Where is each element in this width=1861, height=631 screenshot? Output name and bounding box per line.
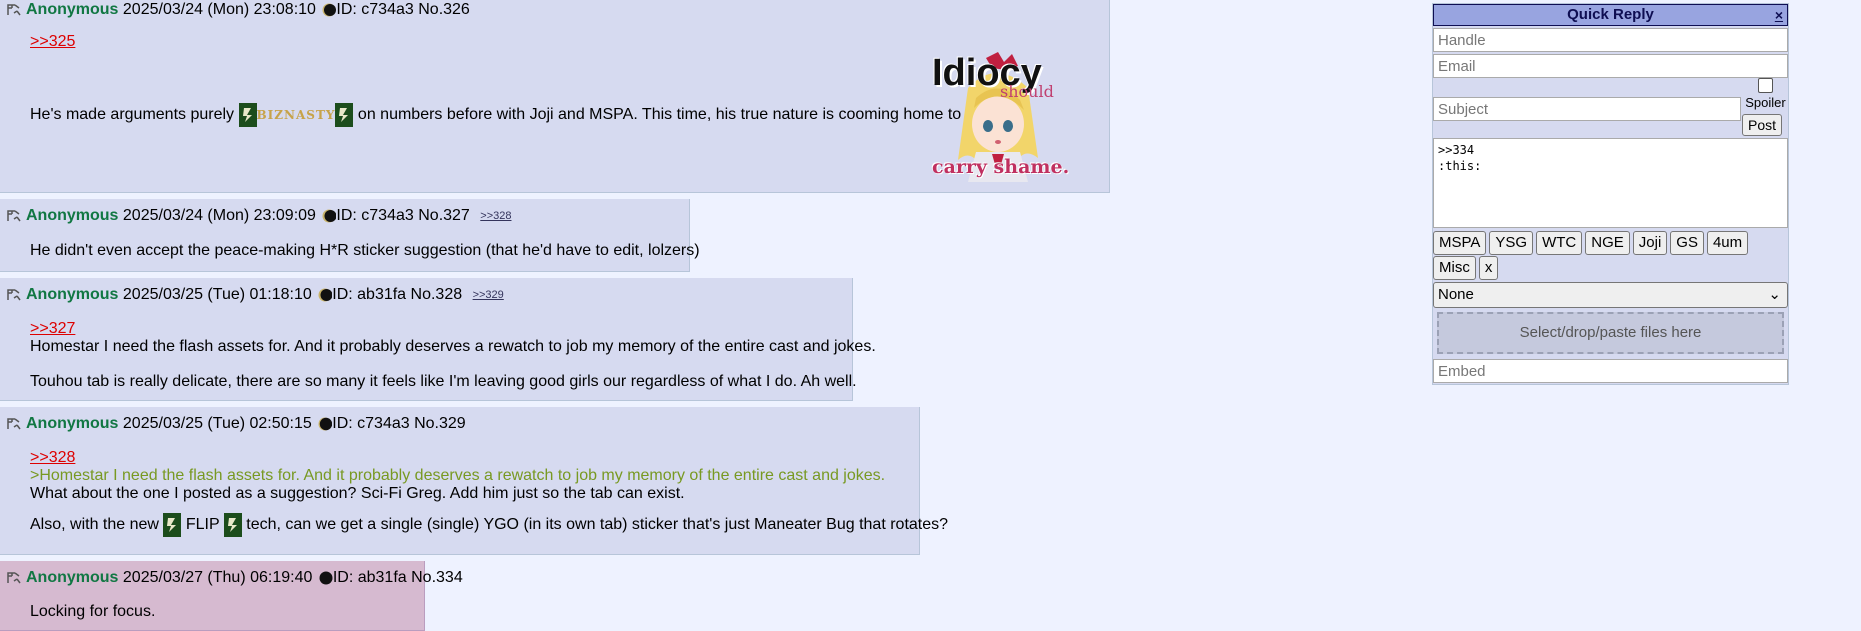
poster-name: Anonymous (26, 286, 119, 303)
post-header: Anonymous 2025/03/25 (Tue) 01:18:10 ID: … (6, 287, 504, 303)
post-body: >>325 (30, 33, 75, 51)
post-text: He didn't even accept the peace-making H… (30, 242, 700, 259)
sticker-tab-gs[interactable]: GS (1670, 231, 1704, 255)
email-input[interactable] (1433, 54, 1788, 78)
sticker-tab-joji[interactable]: Joji (1632, 231, 1668, 255)
quotelink[interactable]: >>325 (30, 33, 75, 50)
post-328: Anonymous 2025/03/25 (Tue) 01:18:10 ID: … (0, 278, 876, 401)
post-menu-icon[interactable] (6, 288, 22, 302)
chevron-down-icon: ⌄ (1768, 286, 1781, 303)
backlink[interactable]: >>329 (473, 289, 504, 301)
sticker-tab-misc[interactable]: Misc (1433, 256, 1476, 280)
money-flag-icon (238, 103, 257, 127)
sticker-tab-nge[interactable]: NGE (1585, 231, 1630, 255)
sticker-tab-ysg[interactable]: YSG (1489, 231, 1534, 255)
post-text: Locking for focus. (30, 603, 156, 620)
biznasty-text: BIZNASTY (256, 108, 336, 122)
post-327: Anonymous 2025/03/24 (Mon) 23:09:09 ID: … (0, 199, 700, 272)
post-button[interactable]: Post (1742, 114, 1783, 136)
backlink[interactable]: >>328 (480, 210, 511, 222)
post-number[interactable]: No.329 (414, 415, 466, 432)
poster-id[interactable]: ID: c734a3 (336, 207, 413, 224)
sticker-select[interactable]: None ⌄ (1433, 282, 1788, 308)
post-header: Anonymous 2025/03/27 (Thu) 06:19:40 ID: … (6, 570, 463, 586)
post-text: Homestar I need the flash assets for. An… (30, 338, 876, 355)
quick-reply-panel: Quick Reply × Spoiler Post MSPAYSGWTCNGE… (1432, 3, 1789, 385)
post-date: 2025/03/24 (Mon) 23:08:10 (122, 1, 316, 18)
post-date: 2025/03/27 (Thu) 06:19:40 (122, 569, 313, 586)
post-menu-icon[interactable] (6, 571, 22, 585)
select-value: None (1438, 286, 1474, 303)
quick-reply-title: Quick Reply (1567, 6, 1654, 23)
file-dropzone[interactable]: Select/drop/paste files here (1437, 312, 1784, 354)
post-text-line: Also, with the new FLIP tech, can we get… (30, 513, 948, 537)
spoiler-label: Spoiler (1745, 95, 1786, 110)
post-menu-icon[interactable] (6, 209, 22, 223)
post-date: 2025/03/25 (Tue) 02:50:15 (122, 415, 312, 432)
subject-input[interactable] (1433, 97, 1741, 121)
post-text: tech, can we get a single (single) YGO (… (246, 516, 949, 534)
moon-phase-icon (322, 3, 337, 17)
embed-input[interactable] (1433, 359, 1788, 383)
post-334: Anonymous 2025/03/27 (Thu) 06:19:40 ID: … (0, 561, 463, 631)
post-header: Anonymous 2025/03/25 (Tue) 02:50:15 ID: … (6, 416, 466, 432)
thumb-caption-3: carry shame. (932, 156, 1070, 178)
post-text: What about the one I posted as a suggest… (30, 485, 685, 502)
poster-name: Anonymous (26, 207, 119, 224)
post-text: Touhou tab is really delicate, there are… (30, 373, 857, 390)
poster-id[interactable]: ID: c734a3 (336, 1, 413, 18)
moon-phase-icon (318, 417, 333, 431)
poster-name: Anonymous (26, 1, 119, 18)
greentext: >Homestar I need the flash assets for. A… (30, 467, 886, 484)
spoiler-checkbox[interactable] (1758, 78, 1773, 93)
post-menu-icon[interactable] (6, 3, 22, 17)
poster-name: Anonymous (26, 415, 119, 432)
sticker-tab-wtc[interactable]: WTC (1536, 231, 1583, 255)
sticker-tabs-row: Misc x (1433, 256, 1788, 280)
thumb-caption-2: should (1000, 82, 1054, 101)
quick-reply-titlebar[interactable]: Quick Reply × (1433, 4, 1788, 26)
post-header: Anonymous 2025/03/24 (Mon) 23:09:09 ID: … (6, 208, 511, 224)
poster-id[interactable]: ID: ab31fa (333, 569, 407, 586)
post-number[interactable]: No.328 (411, 286, 463, 303)
sticker-tabs-row: MSPA YSG WTC NGE Joji GS 4um (1433, 231, 1788, 255)
quotelink[interactable]: >>327 (30, 320, 75, 337)
post-text: He's made arguments purely (30, 106, 235, 124)
money-flag-icon (223, 513, 242, 537)
post-number[interactable]: No.334 (411, 569, 463, 586)
post-body: >>328 >Homestar I need the flash assets … (30, 449, 948, 537)
quotelink[interactable]: >>328 (30, 449, 75, 466)
moon-phase-icon (318, 288, 333, 302)
comment-textarea[interactable] (1433, 138, 1788, 228)
post-329: Anonymous 2025/03/25 (Tue) 02:50:15 ID: … (0, 407, 948, 555)
post-text: on numbers before with Joji and MSPA. Th… (357, 106, 1006, 124)
moon-phase-icon (319, 571, 333, 585)
post-number[interactable]: No.327 (418, 207, 470, 224)
post-date: 2025/03/24 (Mon) 23:09:09 (122, 207, 316, 224)
post-date: 2025/03/25 (Tue) 01:18:10 (122, 286, 312, 303)
post-326: Anonymous 2025/03/24 (Mon) 23:08:10 ID: … (0, 0, 1110, 193)
poster-id[interactable]: ID: c734a3 (332, 415, 409, 432)
post-body: >>327 Homestar I need the flash assets f… (30, 320, 876, 391)
spoiler-group: Spoiler (1743, 78, 1788, 110)
post-menu-icon[interactable] (6, 417, 22, 431)
post-body-line: He's made arguments purely BIZNASTY on n… (30, 103, 1006, 127)
handle-input[interactable] (1433, 28, 1788, 52)
sticker-tabs: MSPA YSG WTC NGE Joji GS 4um Misc x (1433, 231, 1788, 280)
flip-text: FLIP (185, 516, 220, 534)
sticker-tab-4um[interactable]: 4um (1706, 231, 1749, 255)
money-flag-icon (163, 513, 182, 537)
poster-name: Anonymous (26, 569, 119, 586)
sticker-tab-x[interactable]: x (1478, 256, 1499, 280)
post-header: Anonymous 2025/03/24 (Mon) 23:08:10 ID: … (6, 2, 470, 18)
money-flag-icon (335, 103, 354, 127)
poster-id[interactable]: ID: ab31fa (332, 286, 406, 303)
image-thumbnail[interactable]: Idiocy should carry shame. (928, 48, 1070, 182)
close-icon[interactable]: × (1775, 5, 1783, 25)
post-text: Also, with the new (30, 516, 159, 534)
moon-phase-icon (322, 209, 337, 223)
sticker-tab-mspa[interactable]: MSPA (1433, 231, 1487, 255)
post-number[interactable]: No.326 (418, 1, 470, 18)
